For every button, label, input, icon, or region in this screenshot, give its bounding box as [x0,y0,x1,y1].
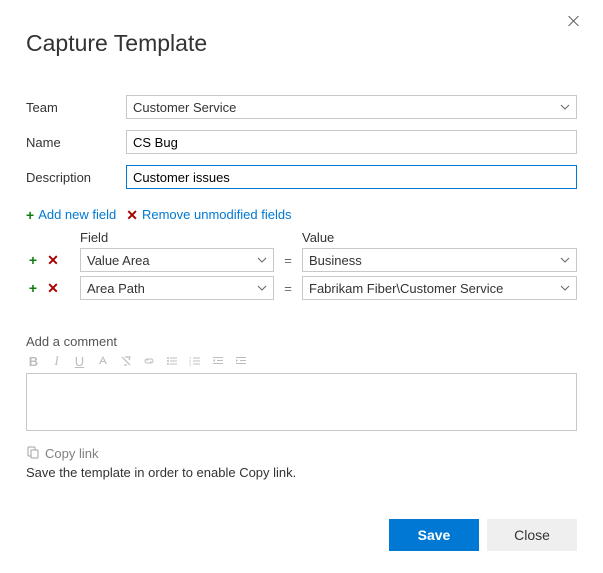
team-select[interactable]: Customer Service [126,95,577,119]
svg-text:3: 3 [189,362,192,367]
comment-textarea[interactable] [26,373,577,431]
remove-unmodified-link[interactable]: ✕ Remove unmodified fields [126,207,291,222]
name-input[interactable] [133,135,570,150]
copy-link-help-text: Save the template in order to enable Cop… [26,465,577,480]
field-name-value: Area Path [87,281,145,296]
clear-format-icon[interactable] [118,353,133,369]
name-label: Name [26,135,126,150]
bullet-list-icon[interactable] [164,353,179,369]
field-value-text: Fabrikam Fiber\Customer Service [309,281,503,296]
italic-icon[interactable]: I [49,353,64,369]
save-button[interactable]: Save [389,519,479,551]
font-color-icon[interactable] [95,353,110,369]
row-remove-icon[interactable]: ✕ [46,253,60,267]
chevron-down-icon [560,257,570,263]
row-remove-icon[interactable]: ✕ [46,281,60,295]
dialog-title: Capture Template [26,30,577,57]
chevron-down-icon [257,257,267,263]
field-value-select[interactable]: Fabrikam Fiber\Customer Service [302,276,577,300]
equals-sign: = [274,253,302,268]
team-select-value: Customer Service [133,100,236,115]
copy-link-label: Copy link [45,446,98,461]
field-row: + ✕ Area Path = Fabrikam Fiber\Customer … [26,276,577,300]
outdent-icon[interactable] [210,353,225,369]
value-column-header: Value [302,230,577,245]
close-button[interactable]: Close [487,519,577,551]
description-label: Description [26,170,126,185]
x-icon: ✕ [126,208,138,222]
copy-link-icon [26,445,40,462]
row-add-icon[interactable]: + [26,253,40,267]
add-new-field-link[interactable]: + Add new field [26,207,116,222]
indent-icon[interactable] [233,353,248,369]
description-input[interactable] [133,170,570,185]
link-icon[interactable] [141,353,156,369]
add-new-field-label: Add new field [38,207,116,222]
chevron-down-icon [257,285,267,291]
comment-label: Add a comment [26,334,577,349]
team-label: Team [26,100,126,115]
description-input-wrapper [126,165,577,189]
name-input-wrapper [126,130,577,154]
field-name-select[interactable]: Area Path [80,276,274,300]
chevron-down-icon [560,285,570,291]
field-row: + ✕ Value Area = Business [26,248,577,272]
bold-icon[interactable]: B [26,353,41,369]
chevron-down-icon [560,104,570,110]
remove-unmodified-label: Remove unmodified fields [142,207,292,222]
field-name-value: Value Area [87,253,150,268]
number-list-icon[interactable]: 123 [187,353,202,369]
row-add-icon[interactable]: + [26,281,40,295]
close-icon[interactable] [567,14,581,28]
rich-text-toolbar: B I U 123 [26,353,577,369]
field-name-select[interactable]: Value Area [80,248,274,272]
underline-icon[interactable]: U [72,353,87,369]
plus-icon: + [26,208,34,222]
field-column-header: Field [80,230,274,245]
equals-sign: = [274,281,302,296]
field-value-text: Business [309,253,362,268]
field-value-select[interactable]: Business [302,248,577,272]
